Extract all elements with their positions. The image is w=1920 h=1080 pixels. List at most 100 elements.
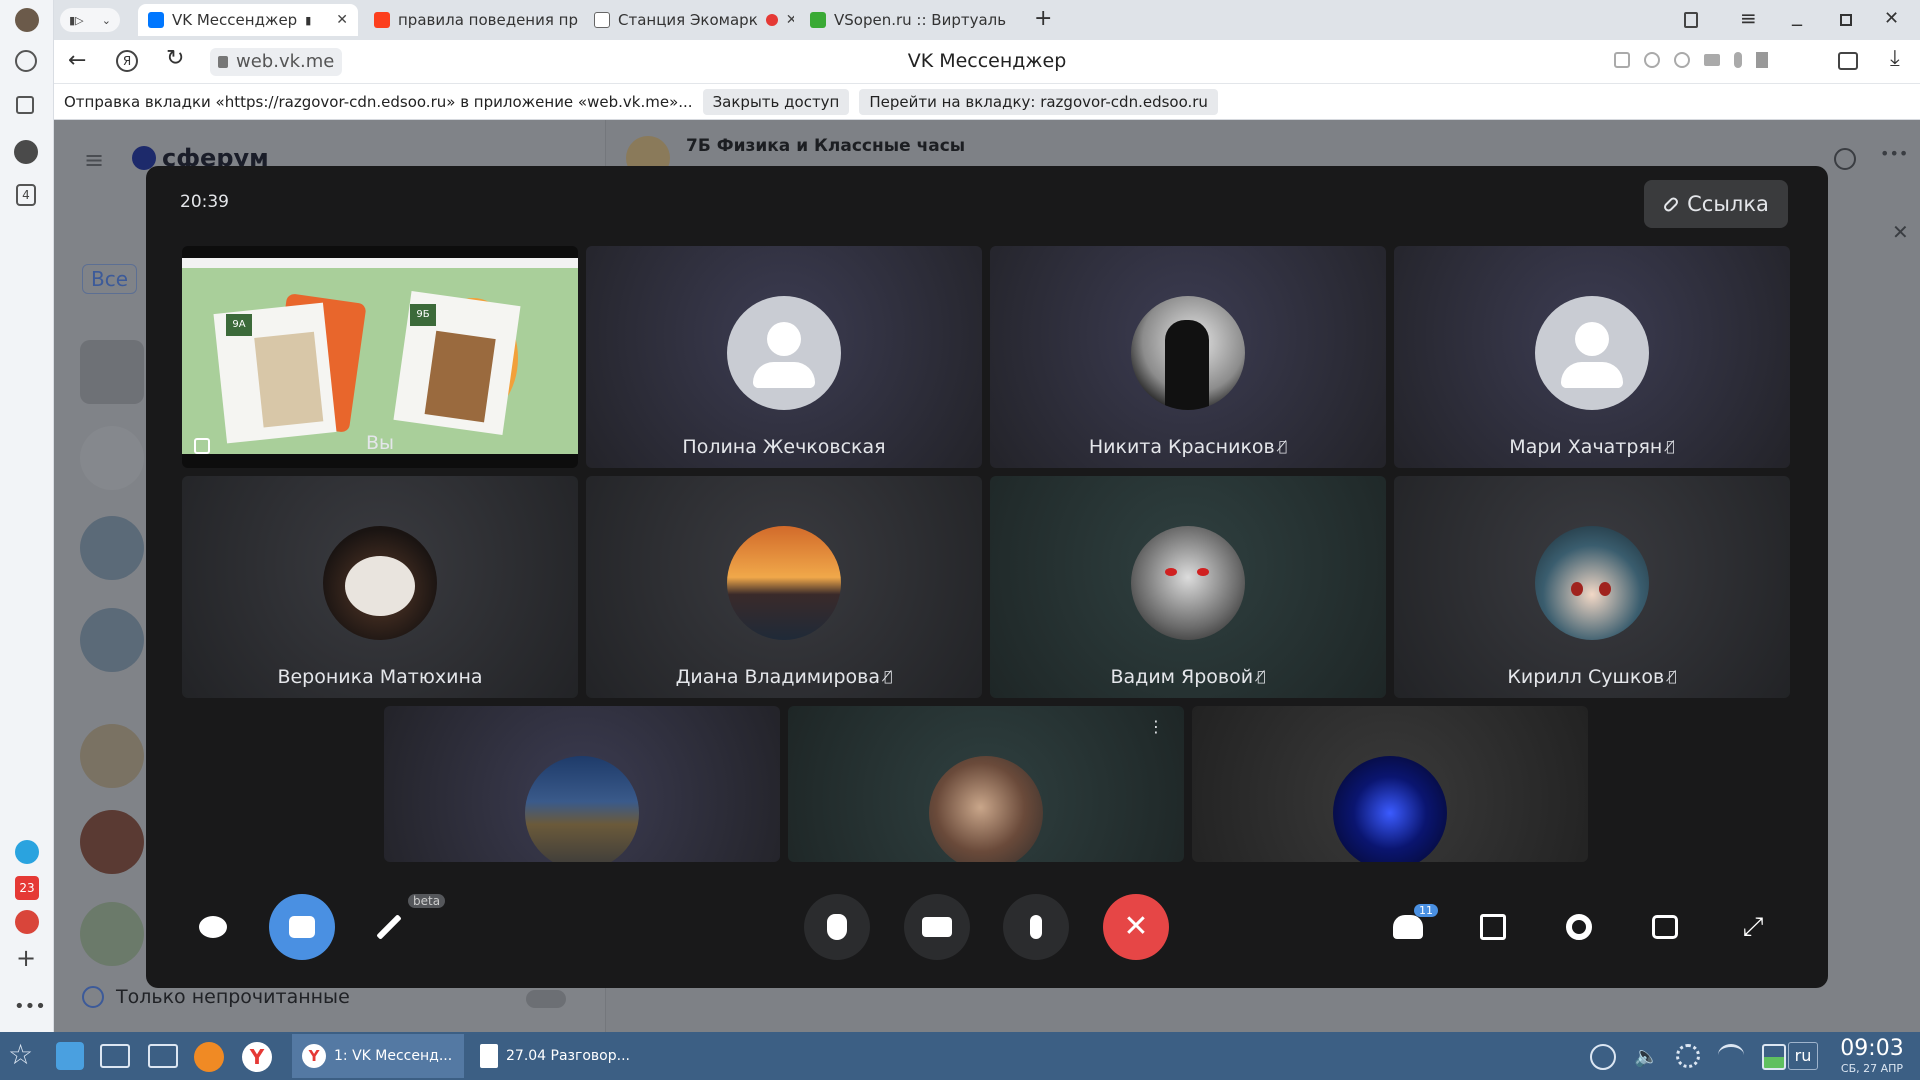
battery-icon[interactable]: [1762, 1044, 1786, 1070]
tab-list-icon[interactable]: [1684, 12, 1698, 28]
hamburger-icon[interactable]: ≡: [84, 146, 104, 174]
windows-icon[interactable]: [100, 1044, 130, 1068]
new-tab-button[interactable]: +: [1034, 6, 1052, 31]
chat-list-avatar[interactable]: [80, 426, 144, 490]
add-panel-icon[interactable]: +: [16, 946, 36, 970]
mic-icon[interactable]: [1734, 52, 1742, 68]
raise-hand-button[interactable]: [804, 894, 870, 960]
chat-list-avatar[interactable]: [80, 608, 144, 672]
restore-icon[interactable]: [1840, 14, 1852, 26]
tab-rules[interactable]: правила поведения пр ✕: [364, 4, 584, 36]
tabs-sync-icon[interactable]: [1838, 52, 1858, 70]
notice-text: Отправка вкладки «https://razgovor-cdn.e…: [64, 92, 693, 111]
more-icon[interactable]: •••: [14, 996, 46, 1017]
start-star-icon[interactable]: ☆: [8, 1040, 33, 1070]
chat-icon[interactable]: [196, 910, 230, 944]
self-tile[interactable]: 9А 9Б Вы: [182, 246, 578, 468]
layout-icon[interactable]: [1476, 910, 1510, 944]
calendar-icon[interactable]: 23: [15, 876, 39, 900]
participants-icon: [1393, 915, 1423, 939]
brightness-icon[interactable]: [1676, 1044, 1700, 1068]
files-icon[interactable]: [148, 1044, 178, 1068]
close-icon: ✕: [1123, 909, 1149, 944]
settings-gear-icon[interactable]: [1562, 910, 1596, 944]
chat-list-avatar[interactable]: [80, 340, 144, 404]
wifi-icon[interactable]: [1718, 1044, 1744, 1066]
menu-icon[interactable]: ≡: [1740, 6, 1757, 30]
participant-tile[interactable]: Полина Жечковская: [586, 246, 982, 468]
unread-filter[interactable]: Только непрочитанные: [82, 986, 350, 1008]
tab-ecomark[interactable]: Станция Экомарк ✕: [584, 4, 794, 36]
collections-icon[interactable]: [16, 96, 34, 114]
picture-in-picture-icon[interactable]: [1648, 910, 1682, 944]
telegram-icon[interactable]: [15, 840, 39, 864]
participant-name: Вадим Яровой: [1110, 666, 1254, 688]
chat-list-avatar[interactable]: [80, 902, 144, 966]
close-tab-icon[interactable]: ✕: [336, 12, 348, 28]
participant-tile[interactable]: Никита Красников 🎙̸: [990, 246, 1386, 468]
end-call-button[interactable]: ✕: [1103, 894, 1169, 960]
translate-icon[interactable]: [15, 910, 39, 934]
reload-icon[interactable]: ↻: [166, 46, 184, 71]
language-indicator[interactable]: ru: [1788, 1042, 1818, 1070]
unread-toggle[interactable]: [526, 990, 566, 1008]
microphone-button[interactable]: [1003, 894, 1069, 960]
go-to-tab-button[interactable]: Перейти на вкладку: razgovor-cdn.edsoo.r…: [859, 88, 1218, 115]
filter-all-chip[interactable]: Все: [82, 264, 138, 294]
participant-tile[interactable]: Кирилл Сушков 🎙̸: [1394, 476, 1790, 698]
close-window-icon[interactable]: ✕: [1884, 8, 1899, 29]
sound-toggle[interactable]: ▮▷ ⌄: [60, 8, 120, 32]
avatar-eye: [1197, 568, 1209, 576]
extension-icon[interactable]: [1674, 52, 1690, 68]
camera-icon[interactable]: [1704, 54, 1720, 66]
close-tab-icon[interactable]: ✕: [786, 12, 794, 28]
network-icon[interactable]: [1590, 1044, 1616, 1070]
tab-vsopen[interactable]: VSopen.ru :: Виртуаль: [800, 4, 1010, 36]
task-document[interactable]: 27.04 Разговор...: [470, 1034, 642, 1078]
url-field[interactable]: web.vk.me: [210, 48, 343, 76]
media-icon[interactable]: [14, 140, 38, 164]
zoom-icon[interactable]: [1644, 52, 1660, 68]
translate-page-icon[interactable]: [1614, 52, 1630, 68]
volume-icon[interactable]: 🔈: [1634, 1044, 1659, 1068]
more-options-icon[interactable]: •••: [1880, 144, 1908, 163]
participant-tile[interactable]: Мари Хачатрян 🎙̸: [1394, 246, 1790, 468]
participant-tile[interactable]: ⋮: [788, 706, 1184, 862]
chat-list-avatar[interactable]: [80, 724, 144, 788]
download-icon[interactable]: ⤓: [1890, 46, 1900, 71]
task-vk-messenger[interactable]: Y 1: VK Мессенд...: [292, 1034, 464, 1078]
bag-inner: [424, 330, 496, 423]
chat-list-avatar[interactable]: [80, 516, 144, 580]
participant-tile[interactable]: Вероника Матюхина: [182, 476, 578, 698]
search-icon[interactable]: [1834, 148, 1856, 170]
dismiss-icon[interactable]: ✕: [1892, 220, 1909, 244]
call-window: 20:39 Ссылка 9А 9Б Вы Полина Жечковская: [146, 166, 1828, 988]
stop-sharing-button[interactable]: Закрыть доступ: [702, 88, 850, 115]
screen-share-button[interactable]: [269, 894, 335, 960]
profile-avatar[interactable]: [15, 8, 39, 32]
participant-tile[interactable]: [1192, 706, 1588, 862]
participant-tile[interactable]: Диана Владимирова 🎙̸: [586, 476, 982, 698]
whiteboard-pencil-icon[interactable]: [372, 910, 406, 944]
sidebar-badge[interactable]: 4: [16, 184, 36, 206]
beta-badge: beta: [408, 894, 446, 908]
chat-list-avatar[interactable]: [80, 810, 144, 874]
minimize-icon[interactable]: _: [1792, 2, 1802, 26]
call-link-button[interactable]: Ссылка: [1644, 180, 1788, 228]
participant-tile[interactable]: Вадим Яровой 🎙̸: [990, 476, 1386, 698]
bookmark-icon[interactable]: [1756, 52, 1768, 68]
tab-vk-messenger[interactable]: VK Мессенджер ▮ ✕: [138, 4, 358, 36]
camera-button[interactable]: [904, 894, 970, 960]
firefox-icon[interactable]: [194, 1042, 224, 1072]
unread-label: Только непрочитанные: [116, 986, 350, 1008]
yandex-icon[interactable]: Я: [116, 50, 138, 72]
back-icon[interactable]: ←: [68, 48, 86, 73]
screen-share-preview: 9А 9Б: [182, 258, 578, 454]
clock[interactable]: 09:03: [1830, 1036, 1914, 1061]
yandex-browser-icon[interactable]: Y: [242, 1042, 272, 1072]
fullscreen-icon[interactable]: ⤢: [1736, 910, 1770, 944]
history-icon[interactable]: [15, 50, 37, 72]
participant-tile[interactable]: [384, 706, 780, 862]
app-grid-icon[interactable]: [56, 1042, 84, 1070]
tile-menu-icon[interactable]: ⋮: [1148, 719, 1164, 735]
